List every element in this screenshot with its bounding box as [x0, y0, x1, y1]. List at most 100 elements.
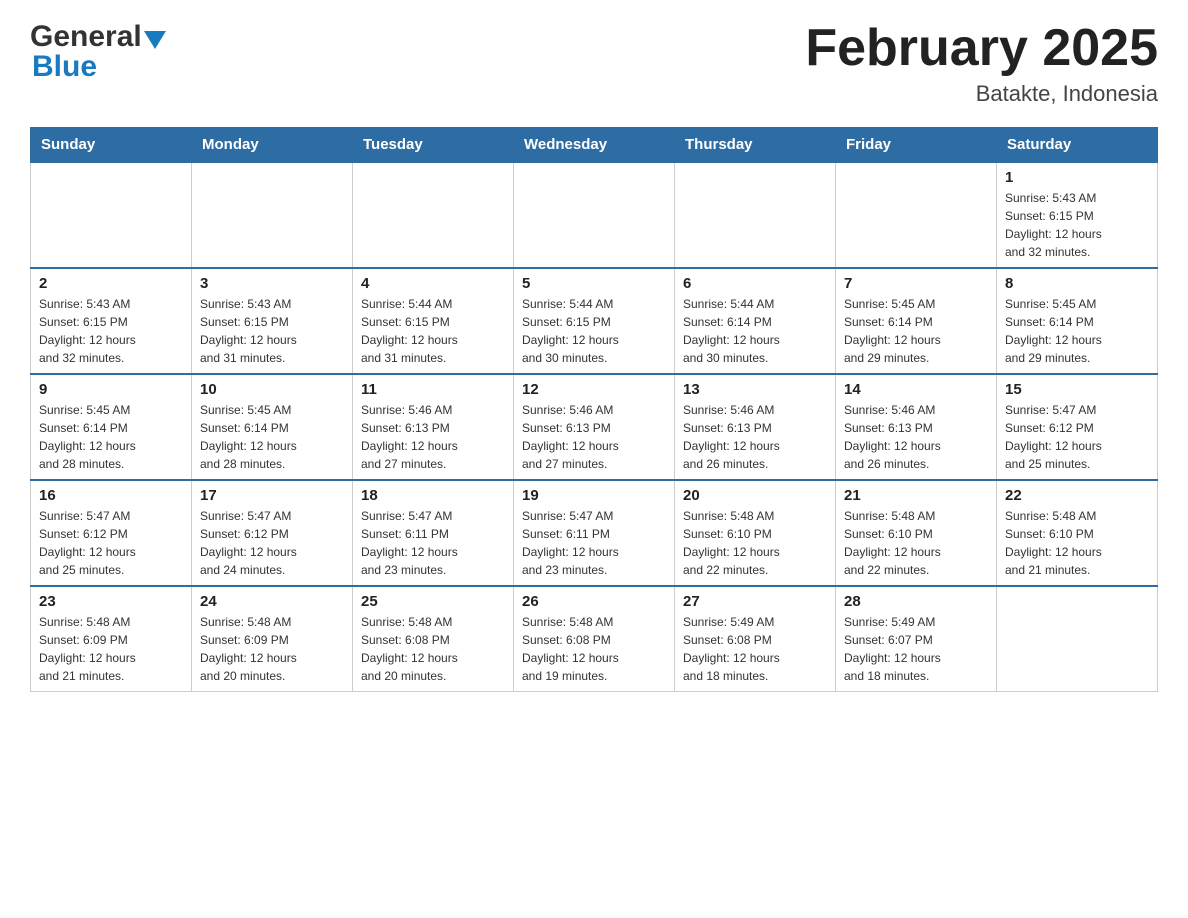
day-info: Sunrise: 5:48 AM Sunset: 6:10 PM Dayligh… — [1005, 507, 1149, 579]
calendar-cell: 8 Sunrise: 5:45 AM Sunset: 6:14 PM Daylig… — [997, 268, 1158, 374]
calendar-cell: 22 Sunrise: 5:48 AM Sunset: 6:10 PM Dayli… — [997, 480, 1158, 586]
header-row: Sunday Monday Tuesday Wednesday Thursday… — [31, 128, 1158, 163]
day-number: 9 — [39, 381, 183, 398]
calendar-cell: 23 Sunrise: 5:48 AM Sunset: 6:09 PM Dayli… — [31, 586, 192, 692]
day-number: 24 — [200, 593, 344, 610]
header-thursday: Thursday — [675, 128, 836, 163]
day-info: Sunrise: 5:46 AM Sunset: 6:13 PM Dayligh… — [683, 401, 827, 473]
logo-triangle-icon — [144, 31, 166, 49]
location-text: Batakte, Indonesia — [805, 81, 1158, 107]
calendar-cell: 14Sunrise: 5:46 AM Sunset: 6:13 PM Dayli… — [836, 374, 997, 480]
day-number: 27 — [683, 593, 827, 610]
day-info: Sunrise: 5:48 AM Sunset: 6:10 PM Dayligh… — [844, 507, 988, 579]
day-info: Sunrise: 5:46 AM Sunset: 6:13 PM Dayligh… — [522, 401, 666, 473]
day-info: Sunrise: 5:44 AM Sunset: 6:14 PM Dayligh… — [683, 295, 827, 367]
day-number: 4 — [361, 275, 505, 292]
day-info: Sunrise: 5:45 AM Sunset: 6:14 PM Dayligh… — [844, 295, 988, 367]
day-info: Sunrise: 5:44 AM Sunset: 6:15 PM Dayligh… — [361, 295, 505, 367]
page-header: General Blue February 2025 Batakte, Indo… — [30, 20, 1158, 107]
day-info: Sunrise: 5:43 AM Sunset: 6:15 PM Dayligh… — [200, 295, 344, 367]
calendar-cell: 10 Sunrise: 5:45 AM Sunset: 6:14 PM Dayli… — [192, 374, 353, 480]
calendar-cell: 21 Sunrise: 5:48 AM Sunset: 6:10 PM Dayli… — [836, 480, 997, 586]
day-number: 16 — [39, 487, 183, 504]
calendar-cell: 7 Sunrise: 5:45 AM Sunset: 6:14 PM Daylig… — [836, 268, 997, 374]
day-number: 8 — [1005, 275, 1149, 292]
day-info: Sunrise: 5:47 AM Sunset: 6:12 PM Dayligh… — [1005, 401, 1149, 473]
week-row-1: 2 Sunrise: 5:43 AM Sunset: 6:15 PM Daylig… — [31, 268, 1158, 374]
calendar-cell: 27 Sunrise: 5:49 AM Sunset: 6:08 PM Dayli… — [675, 586, 836, 692]
day-number: 12 — [522, 381, 666, 398]
day-number: 28 — [844, 593, 988, 610]
day-number: 10 — [200, 381, 344, 398]
day-number: 23 — [39, 593, 183, 610]
calendar-cell: 15 Sunrise: 5:47 AM Sunset: 6:12 PM Dayli… — [997, 374, 1158, 480]
day-number: 17 — [200, 487, 344, 504]
calendar-cell — [514, 162, 675, 268]
calendar-cell: 5 Sunrise: 5:44 AM Sunset: 6:15 PM Daylig… — [514, 268, 675, 374]
day-number: 21 — [844, 487, 988, 504]
day-number: 2 — [39, 275, 183, 292]
header-sunday: Sunday — [31, 128, 192, 163]
day-number: 22 — [1005, 487, 1149, 504]
day-number: 26 — [522, 593, 666, 610]
day-info: Sunrise: 5:46 AM Sunset: 6:13 PM Dayligh… — [361, 401, 505, 473]
week-row-0: 1Sunrise: 5:43 AM Sunset: 6:15 PM Daylig… — [31, 162, 1158, 268]
week-row-2: 9 Sunrise: 5:45 AM Sunset: 6:14 PM Daylig… — [31, 374, 1158, 480]
week-row-3: 16 Sunrise: 5:47 AM Sunset: 6:12 PM Dayli… — [31, 480, 1158, 586]
day-info: Sunrise: 5:48 AM Sunset: 6:10 PM Dayligh… — [683, 507, 827, 579]
calendar-cell: 25Sunrise: 5:48 AM Sunset: 6:08 PM Dayli… — [353, 586, 514, 692]
calendar-cell — [675, 162, 836, 268]
calendar-cell — [192, 162, 353, 268]
day-number: 1 — [1005, 169, 1149, 186]
calendar-cell: 18 Sunrise: 5:47 AM Sunset: 6:11 PM Dayli… — [353, 480, 514, 586]
calendar-cell — [836, 162, 997, 268]
day-number: 25 — [361, 593, 505, 610]
day-number: 18 — [361, 487, 505, 504]
calendar-table: Sunday Monday Tuesday Wednesday Thursday… — [30, 127, 1158, 692]
day-number: 11 — [361, 381, 505, 398]
day-info: Sunrise: 5:44 AM Sunset: 6:15 PM Dayligh… — [522, 295, 666, 367]
day-info: Sunrise: 5:45 AM Sunset: 6:14 PM Dayligh… — [1005, 295, 1149, 367]
week-row-4: 23 Sunrise: 5:48 AM Sunset: 6:09 PM Dayli… — [31, 586, 1158, 692]
day-number: 5 — [522, 275, 666, 292]
calendar-header: Sunday Monday Tuesday Wednesday Thursday… — [31, 128, 1158, 163]
day-info: Sunrise: 5:47 AM Sunset: 6:12 PM Dayligh… — [39, 507, 183, 579]
title-section: February 2025 Batakte, Indonesia — [805, 20, 1158, 107]
header-tuesday: Tuesday — [353, 128, 514, 163]
calendar-cell — [997, 586, 1158, 692]
calendar-cell — [353, 162, 514, 268]
logo: General Blue — [30, 20, 166, 84]
calendar-cell: 12 Sunrise: 5:46 AM Sunset: 6:13 PM Dayli… — [514, 374, 675, 480]
day-info: Sunrise: 5:47 AM Sunset: 6:12 PM Dayligh… — [200, 507, 344, 579]
calendar-cell: 6 Sunrise: 5:44 AM Sunset: 6:14 PM Daylig… — [675, 268, 836, 374]
day-info: Sunrise: 5:49 AM Sunset: 6:07 PM Dayligh… — [844, 613, 988, 685]
day-info: Sunrise: 5:48 AM Sunset: 6:09 PM Dayligh… — [39, 613, 183, 685]
header-saturday: Saturday — [997, 128, 1158, 163]
header-wednesday: Wednesday — [514, 128, 675, 163]
calendar-cell: 1Sunrise: 5:43 AM Sunset: 6:15 PM Daylig… — [997, 162, 1158, 268]
day-number: 6 — [683, 275, 827, 292]
calendar-cell: 17 Sunrise: 5:47 AM Sunset: 6:12 PM Dayli… — [192, 480, 353, 586]
calendar-cell: 3Sunrise: 5:43 AM Sunset: 6:15 PM Daylig… — [192, 268, 353, 374]
header-friday: Friday — [836, 128, 997, 163]
calendar-cell — [31, 162, 192, 268]
day-info: Sunrise: 5:49 AM Sunset: 6:08 PM Dayligh… — [683, 613, 827, 685]
day-info: Sunrise: 5:45 AM Sunset: 6:14 PM Dayligh… — [200, 401, 344, 473]
calendar-cell: 28 Sunrise: 5:49 AM Sunset: 6:07 PM Dayli… — [836, 586, 997, 692]
day-info: Sunrise: 5:47 AM Sunset: 6:11 PM Dayligh… — [361, 507, 505, 579]
logo-general-text: General — [30, 20, 142, 54]
calendar-cell: 2 Sunrise: 5:43 AM Sunset: 6:15 PM Daylig… — [31, 268, 192, 374]
day-number: 14 — [844, 381, 988, 398]
calendar-cell: 19Sunrise: 5:47 AM Sunset: 6:11 PM Dayli… — [514, 480, 675, 586]
day-number: 13 — [683, 381, 827, 398]
calendar-cell: 20Sunrise: 5:48 AM Sunset: 6:10 PM Dayli… — [675, 480, 836, 586]
day-info: Sunrise: 5:47 AM Sunset: 6:11 PM Dayligh… — [522, 507, 666, 579]
calendar-cell: 26Sunrise: 5:48 AM Sunset: 6:08 PM Dayli… — [514, 586, 675, 692]
calendar-cell: 11 Sunrise: 5:46 AM Sunset: 6:13 PM Dayli… — [353, 374, 514, 480]
calendar-cell: 13 Sunrise: 5:46 AM Sunset: 6:13 PM Dayli… — [675, 374, 836, 480]
day-info: Sunrise: 5:43 AM Sunset: 6:15 PM Dayligh… — [39, 295, 183, 367]
day-number: 7 — [844, 275, 988, 292]
day-info: Sunrise: 5:45 AM Sunset: 6:14 PM Dayligh… — [39, 401, 183, 473]
day-number: 15 — [1005, 381, 1149, 398]
calendar-cell: 9 Sunrise: 5:45 AM Sunset: 6:14 PM Daylig… — [31, 374, 192, 480]
